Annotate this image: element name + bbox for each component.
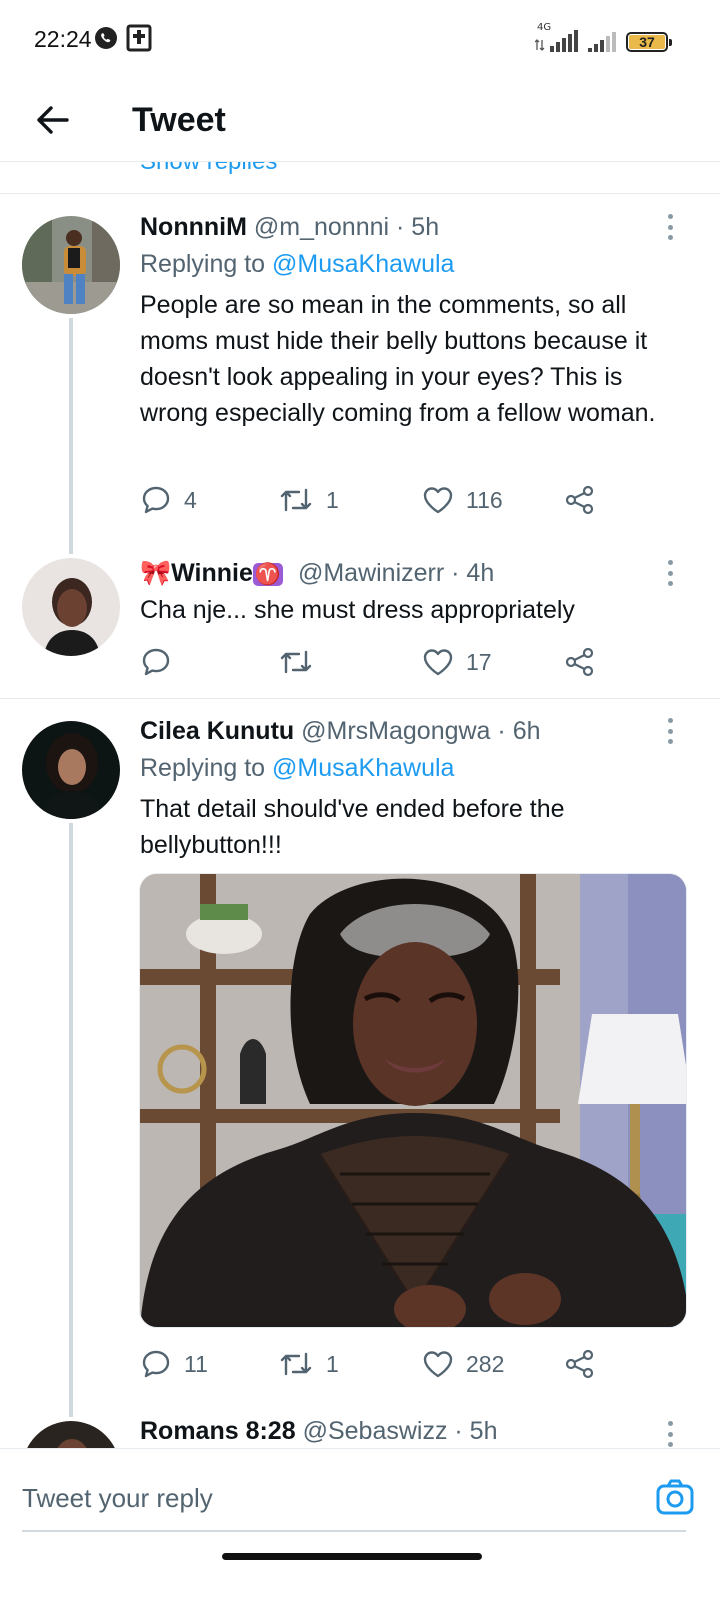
tweet-romans[interactable]: Romans 8:28 @Sebaswizz · 5h: [0, 1417, 720, 1448]
retweet-icon: [280, 650, 312, 674]
reply-input[interactable]: Tweet your reply: [22, 1473, 622, 1523]
display-name[interactable]: Cilea Kunutu: [140, 717, 294, 745]
retweet-icon: [280, 1352, 312, 1376]
retweet-button[interactable]: [278, 642, 326, 682]
reply-icon: [142, 1350, 170, 1378]
heart-icon: [423, 1351, 453, 1378]
tweet-header: Cilea Kunutu @MrsMagongwa · 6h: [140, 714, 541, 748]
reply-button[interactable]: [140, 642, 184, 682]
reply-count: 4: [184, 486, 197, 513]
share-icon: [565, 1349, 594, 1379]
avatar[interactable]: [22, 558, 120, 656]
whatsapp-icon: [94, 26, 118, 55]
tweet-actions: 11 1 282: [140, 1344, 620, 1384]
aries-emoji-icon: ♈: [252, 563, 284, 586]
share-icon: [565, 485, 594, 515]
home-indicator[interactable]: [222, 1553, 482, 1560]
user-handle[interactable]: @m_nonnni: [254, 213, 389, 241]
like-button[interactable]: 116: [422, 480, 503, 520]
avatar[interactable]: [22, 216, 120, 314]
network-type-label: 4G: [537, 22, 552, 33]
retweet-button[interactable]: 1: [278, 1344, 339, 1384]
retweet-count: 1: [326, 486, 339, 513]
reply-icon: [142, 486, 170, 514]
arrow-left-icon: [37, 106, 69, 134]
ribbon-emoji-icon: 🎀: [140, 559, 172, 587]
camera-icon: [656, 1479, 694, 1515]
thread-line: [69, 823, 73, 1417]
status-time: 22:24: [34, 26, 92, 52]
replying-to-handle[interactable]: @MusaKhawula: [272, 250, 454, 278]
share-icon: [565, 647, 594, 677]
share-button[interactable]: [564, 480, 596, 520]
like-count: 282: [466, 1350, 505, 1377]
reply-icon: [142, 648, 170, 676]
tweet-media-image[interactable]: [139, 873, 687, 1328]
camera-button[interactable]: [654, 1477, 696, 1519]
page-title: Tweet: [132, 101, 226, 139]
replying-to-prefix: Replying to: [140, 250, 266, 278]
tweet-cilea-kunutu[interactable]: Cilea Kunutu @MrsMagongwa · 6h Replying …: [0, 699, 720, 1417]
like-button[interactable]: 282: [422, 1344, 504, 1384]
back-button[interactable]: [30, 98, 74, 142]
tweet-actions: 17: [140, 642, 620, 682]
status-bar: 22:24 4G 37: [0, 0, 720, 80]
top-app-bar: Tweet: [0, 80, 720, 162]
thread-line: [69, 318, 73, 554]
tweet-time: · 6h: [497, 717, 541, 745]
tweet-time: · 4h: [451, 559, 495, 587]
battery-icon: 37: [626, 32, 672, 52]
retweet-button[interactable]: 1: [278, 480, 339, 520]
tweet-winnie[interactable]: 🎀Winnie♈ @Mawinizerr · 4h Cha nje... she…: [0, 548, 720, 698]
like-button[interactable]: 17: [422, 642, 492, 682]
more-options-button[interactable]: [660, 558, 680, 588]
user-handle[interactable]: @MrsMagongwa: [301, 717, 490, 745]
tweet-header: 🎀Winnie♈ @Mawinizerr · 4h: [140, 556, 494, 592]
tweet-time: · 5h: [396, 213, 440, 241]
tweet-nonnim[interactable]: NonnniM @m_nonnni · 5h Replying to @Musa…: [0, 194, 720, 554]
display-name[interactable]: Romans 8:28: [140, 1417, 296, 1445]
heart-icon: [423, 487, 453, 514]
more-options-button[interactable]: [660, 212, 680, 242]
reply-composer: Tweet your reply: [0, 1448, 720, 1548]
like-count: 17: [466, 648, 492, 675]
tweet-time: · 5h: [454, 1417, 498, 1445]
composer-underline: [22, 1530, 686, 1532]
signal-icon: 4G: [535, 22, 578, 52]
replying-to-prefix: Replying to: [140, 754, 266, 782]
tweet-text: That detail should've ended before the b…: [140, 795, 565, 859]
retweet-icon: [280, 488, 312, 512]
heart-icon: [423, 649, 453, 676]
more-options-button[interactable]: [660, 1419, 680, 1448]
tweet-text: Cha nje... she must dress appropriately: [140, 596, 575, 624]
share-button[interactable]: [564, 642, 596, 682]
tweet-header: Romans 8:28 @Sebaswizz · 5h: [140, 1417, 498, 1448]
replying-to: Replying to @MusaKhawula: [140, 247, 454, 281]
retweet-count: 1: [326, 1350, 339, 1377]
like-count: 116: [466, 486, 503, 513]
battery-level: 37: [629, 34, 665, 50]
share-button[interactable]: [564, 1344, 596, 1384]
tweet-text: People are so mean in the comments, so a…: [140, 291, 656, 427]
replying-to: Replying to @MusaKhawula: [140, 751, 454, 785]
status-right-group: 4G 37: [535, 22, 672, 52]
user-handle[interactable]: @Mawinizerr: [298, 559, 444, 587]
signal-icon-2: [588, 30, 616, 52]
more-options-button[interactable]: [660, 716, 680, 746]
bible-app-icon: [126, 24, 152, 57]
avatar[interactable]: [22, 721, 120, 819]
display-name[interactable]: NonnniM: [140, 213, 247, 241]
display-name[interactable]: Winnie: [171, 559, 253, 587]
reply-button[interactable]: 4: [140, 480, 197, 520]
avatar[interactable]: [22, 1421, 120, 1448]
tweet-header: NonnniM @m_nonnni · 5h: [140, 210, 439, 244]
user-handle[interactable]: @Sebaswizz: [303, 1417, 448, 1445]
replying-to-handle[interactable]: @MusaKhawula: [272, 754, 454, 782]
tweet-actions: 4 1 116: [140, 480, 620, 520]
reply-button[interactable]: 11: [140, 1344, 208, 1384]
reply-count: 11: [184, 1350, 208, 1377]
